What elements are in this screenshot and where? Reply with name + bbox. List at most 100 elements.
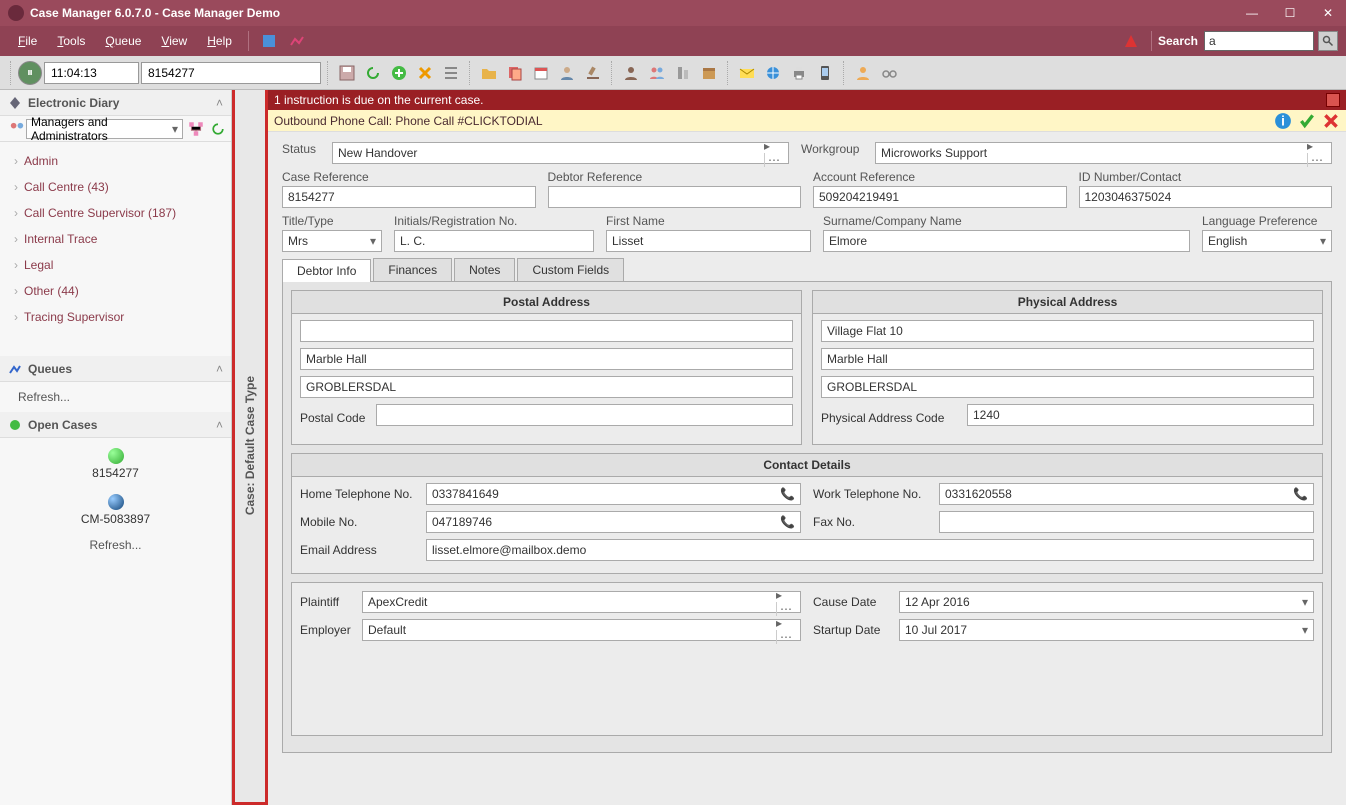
phone-icon[interactable]: 📞 xyxy=(780,487,795,501)
close-button[interactable]: ✕ xyxy=(1318,6,1338,20)
phone-icon[interactable] xyxy=(813,61,837,85)
search-button[interactable] xyxy=(1318,31,1338,51)
case-type-vertical-tab[interactable]: Case: Default Case Type xyxy=(232,90,268,805)
physical-line3-input[interactable]: GROBLERSDAL xyxy=(821,376,1314,398)
email-input[interactable]: lisset.elmore@mailbox.demo xyxy=(426,539,1314,561)
open-case-2[interactable]: CM-5083897 xyxy=(8,510,223,534)
glasses-icon[interactable] xyxy=(877,61,901,85)
check-icon[interactable] xyxy=(1298,112,1316,130)
folder-icon[interactable] xyxy=(477,61,501,85)
electronic-diary-header[interactable]: Electronic Diary ˄ xyxy=(0,90,231,116)
fax-input[interactable] xyxy=(939,511,1314,533)
queues-refresh-link[interactable]: Refresh... xyxy=(8,386,223,408)
play-button[interactable]: ⏸ xyxy=(18,61,42,85)
queues-header[interactable]: Queues ˄ xyxy=(0,356,231,382)
phone-icon[interactable]: 📞 xyxy=(780,515,795,529)
account-reference-input[interactable]: 509204219491 xyxy=(813,186,1067,208)
save-icon[interactable] xyxy=(335,61,359,85)
case-reference-input[interactable]: 8154277 xyxy=(282,186,536,208)
status-dropdown[interactable]: New Handover▸⋯ xyxy=(332,142,789,164)
tree-item-admin[interactable]: Admin xyxy=(4,148,227,174)
initials-input[interactable]: L. C. xyxy=(394,230,594,252)
debtor-reference-input[interactable] xyxy=(548,186,802,208)
tree-item-tracing-supervisor[interactable]: Tracing Supervisor xyxy=(4,304,227,330)
tab-custom-fields[interactable]: Custom Fields xyxy=(517,258,624,281)
person-icon[interactable] xyxy=(555,61,579,85)
title-type-dropdown[interactable]: Mrs▾ xyxy=(282,230,382,252)
language-dropdown[interactable]: English▾ xyxy=(1202,230,1332,252)
user-icon[interactable] xyxy=(619,61,643,85)
postal-line3-input[interactable]: GROBLERSDAL xyxy=(300,376,793,398)
instruction-flag-icon[interactable] xyxy=(1326,93,1340,107)
outbound-call-bar: Outbound Phone Call: Phone Call #CLICKTO… xyxy=(268,110,1346,132)
physical-line1-input[interactable]: Village Flat 10 xyxy=(821,320,1314,342)
menu-file[interactable]: File xyxy=(8,34,47,48)
id-number-input[interactable]: 1203046375024 xyxy=(1079,186,1333,208)
physical-address-section: Physical Address Village Flat 10 Marble … xyxy=(812,290,1323,445)
refresh-icon[interactable] xyxy=(361,61,385,85)
employer-dropdown[interactable]: Default▸⋯ xyxy=(362,619,801,641)
tree-item-call-centre-supervisor[interactable]: Call Centre Supervisor (187) xyxy=(4,200,227,226)
menu-tools[interactable]: Tools xyxy=(47,34,95,48)
box-icon[interactable] xyxy=(697,61,721,85)
menu-alert-icon[interactable] xyxy=(1123,33,1139,49)
physical-line2-input[interactable]: Marble Hall xyxy=(821,348,1314,370)
print-icon[interactable] xyxy=(787,61,811,85)
mobile-input[interactable]: 047189746📞 xyxy=(426,511,801,533)
first-name-input[interactable]: Lisset xyxy=(606,230,811,252)
role-dropdown[interactable]: Managers and Administrators ▾ xyxy=(26,119,183,139)
postal-line1-input[interactable] xyxy=(300,320,793,342)
home-tel-input[interactable]: 0337841649📞 xyxy=(426,483,801,505)
maximize-button[interactable]: ☐ xyxy=(1280,6,1300,20)
refresh-tree-icon[interactable] xyxy=(209,120,227,138)
menu-extra1-icon[interactable] xyxy=(261,33,277,49)
postal-line2-input[interactable]: Marble Hall xyxy=(300,348,793,370)
menu-queue[interactable]: Queue xyxy=(95,34,151,48)
minimize-button[interactable]: — xyxy=(1242,6,1262,20)
tree-item-internal-trace[interactable]: Internal Trace xyxy=(4,226,227,252)
mail-icon[interactable] xyxy=(735,61,759,85)
surname-input[interactable]: Elmore xyxy=(823,230,1190,252)
tree-icon[interactable] xyxy=(187,120,205,138)
menu-view[interactable]: View xyxy=(151,34,197,48)
work-tel-input[interactable]: 0331620558📞 xyxy=(939,483,1314,505)
building-icon[interactable] xyxy=(671,61,695,85)
search-input[interactable] xyxy=(1204,31,1314,51)
cause-date-input[interactable]: 12 Apr 2016▾ xyxy=(899,591,1314,613)
tree-item-legal[interactable]: Legal xyxy=(4,252,227,278)
postal-code-input[interactable] xyxy=(376,404,793,426)
list-icon[interactable] xyxy=(439,61,463,85)
add-icon[interactable] xyxy=(387,61,411,85)
gavel-icon[interactable] xyxy=(581,61,605,85)
people-icon xyxy=(8,120,26,138)
plaintiff-label: Plaintiff xyxy=(300,595,356,609)
cause-date-label: Cause Date xyxy=(813,595,893,609)
open-cases-refresh-link[interactable]: Refresh... xyxy=(8,534,223,556)
tab-debtor-info[interactable]: Debtor Info xyxy=(282,259,371,282)
user2-icon[interactable] xyxy=(851,61,875,85)
open-case-1[interactable]: 8154277 xyxy=(8,464,223,488)
tab-notes[interactable]: Notes xyxy=(454,258,515,281)
contact-details-section: Contact Details Home Telephone No. 03378… xyxy=(291,453,1323,574)
calendar-icon[interactable] xyxy=(529,61,553,85)
plaintiff-dropdown[interactable]: ApexCredit▸⋯ xyxy=(362,591,801,613)
workgroup-dropdown[interactable]: Microworks Support▸⋯ xyxy=(875,142,1332,164)
delete-icon[interactable] xyxy=(413,61,437,85)
startup-date-input[interactable]: 10 Jul 2017▾ xyxy=(899,619,1314,641)
close-icon[interactable] xyxy=(1322,112,1340,130)
open-cases-header[interactable]: Open Cases ˄ xyxy=(0,412,231,438)
phone-icon[interactable]: 📞 xyxy=(1293,487,1308,501)
copy-icon[interactable] xyxy=(503,61,527,85)
tree-item-call-centre[interactable]: Call Centre (43) xyxy=(4,174,227,200)
physical-code-label: Physical Address Code xyxy=(821,411,961,425)
tree-item-other[interactable]: Other (44) xyxy=(4,278,227,304)
group-icon[interactable] xyxy=(645,61,669,85)
contact-details-header: Contact Details xyxy=(292,454,1322,477)
physical-code-input[interactable]: 1240 xyxy=(967,404,1314,426)
menu-extra2-icon[interactable] xyxy=(289,33,305,49)
info-icon[interactable]: i xyxy=(1274,112,1292,130)
case-ref-box[interactable]: 8154277 xyxy=(141,62,321,84)
menu-help[interactable]: Help xyxy=(197,34,242,48)
globe-icon[interactable] xyxy=(761,61,785,85)
tab-finances[interactable]: Finances xyxy=(373,258,452,281)
